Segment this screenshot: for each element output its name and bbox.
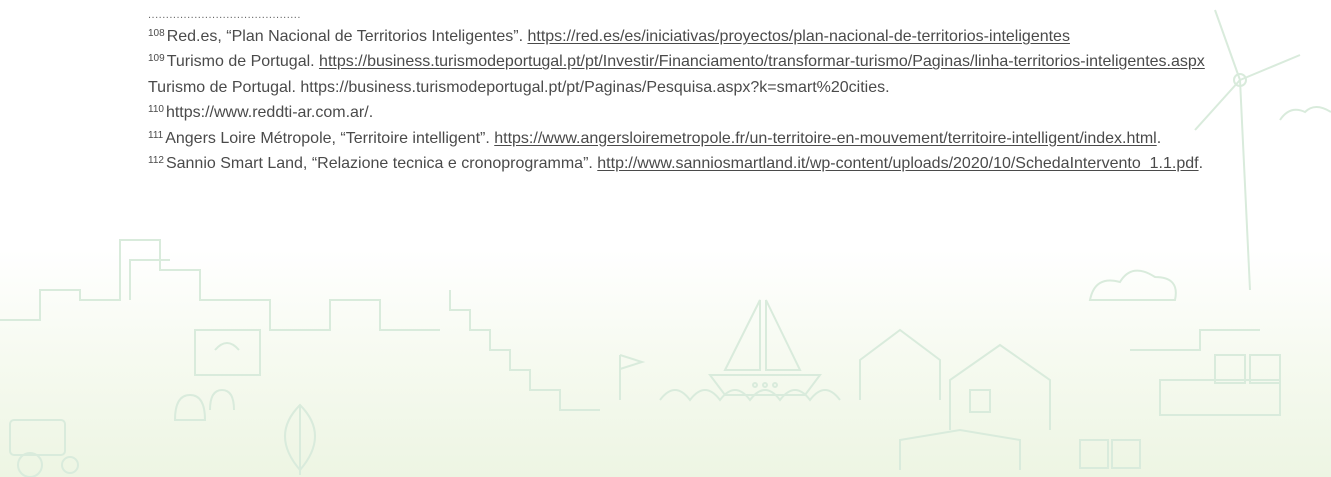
building-shape [194,329,261,376]
footnote-tail-text: . [1156,129,1162,147]
footnote-link[interactable]: https://red.es/es/iniciativas/proyectos/… [527,28,1069,45]
footnote-112: 112 Sannio Smart Land, “Relazione tecnica… [148,151,1208,176]
footnote-number: 110 [148,104,164,116]
footnote-text: Sannio Smart Land, “Relazione tecnica e … [165,155,598,173]
footnote-link[interactable]: http://www.sanniosmartland.it/wp-content… [597,155,1198,172]
footnote-text: https://www.reddti-ar.com.ar/. [165,104,374,122]
footnote-109: 109 Turismo de Portugal. https://business… [148,49,1208,100]
footnote-110: 110 https://www.reddti-ar.com.ar/. [148,100,1208,125]
footnote-111: 111 Angers Loire Métropole, “Territoire i… [148,126,1208,151]
footnote-text: Angers Loire Métropole, “Territoire inte… [165,129,495,147]
footnote-link[interactable]: https://business.turismodeportugal.pt/pt… [319,53,1205,70]
footnote-text: Red.es, “Plan Nacional de Territorios In… [166,28,528,45]
footnote-number: 112 [148,155,164,167]
footnote-text: Turismo de Portugal. [166,53,320,71]
footnote-number: 111 [148,129,164,141]
footnote-number: 108 [148,28,165,39]
footnote-108: 108 Red.es, “Plan Nacional de Territorios… [148,24,1208,49]
footnote-tail-text: . [1198,155,1204,173]
footnote-link[interactable]: https://www.angersloiremetropole.fr/un-t… [494,130,1157,147]
footnotes-block: ........................................… [148,8,1208,176]
footnote-number: 109 [148,53,165,65]
footnote-tail-text: Turismo de Portugal. https://business.tu… [148,78,890,96]
footnote-separator: ........................................… [148,9,301,21]
